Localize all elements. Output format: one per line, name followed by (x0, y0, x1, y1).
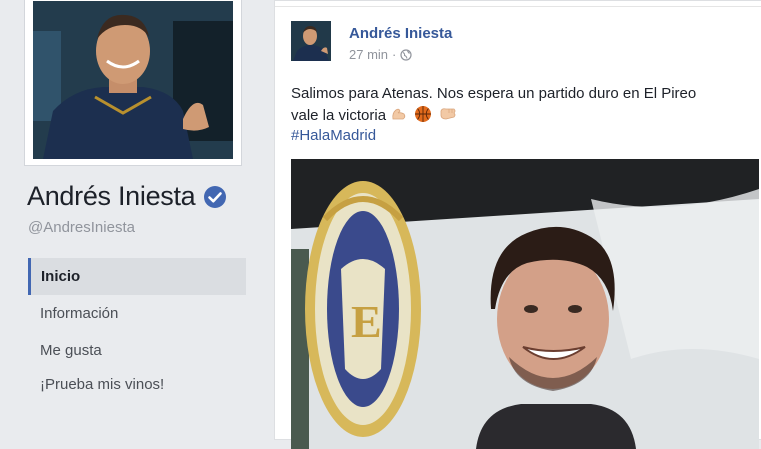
meta-separator: · (392, 47, 397, 62)
globe-icon[interactable] (400, 48, 412, 61)
post-meta: 27 min · (349, 47, 412, 62)
profile-picture-frame[interactable] (24, 0, 242, 166)
fist-bump-icon (440, 108, 455, 120)
basketball-icon (415, 106, 432, 122)
post-text-line-2: vale la victoria (291, 105, 761, 127)
post-message: Salimos para Atenas. Nos espera un parti… (291, 83, 761, 127)
post-author-name[interactable]: Andrés Iniesta (349, 25, 452, 42)
post-text-line-1: Salimos para Atenas. Nos espera un parti… (291, 85, 697, 102)
nav-item-prueba-mis-vinos[interactable]: ¡Prueba mis vinos! (28, 369, 246, 419)
profile-picture-illustration (33, 1, 233, 159)
divider (275, 6, 761, 7)
flexed-biceps-icon (392, 108, 406, 120)
hashtag-link[interactable]: #HalaMadrid (291, 127, 376, 144)
profile-picture[interactable] (33, 1, 233, 159)
profile-name[interactable]: Andrés Iniesta (27, 181, 196, 212)
post-photo[interactable]: E (291, 159, 759, 449)
nav-item-inicio[interactable]: Inicio (28, 258, 246, 295)
page-nav: Inicio Información Me gusta ¡Prueba mis … (28, 258, 246, 419)
post-card: Andrés Iniesta 27 min · Salimos para Ate… (274, 0, 761, 449)
post-text-line-2-text: vale la victoria (291, 107, 387, 124)
profile-sidebar: Andrés Iniesta @AndresIniesta Inicio Inf… (0, 0, 258, 428)
profile-handle[interactable]: @AndresIniesta (28, 219, 135, 236)
avatar-illustration (291, 21, 331, 61)
nav-item-me-gusta[interactable]: Me gusta (28, 332, 246, 369)
nav-item-informacion[interactable]: Información (28, 295, 246, 332)
page-title: Andrés Iniesta (27, 181, 227, 212)
post-author-avatar[interactable] (291, 21, 331, 61)
post-timestamp[interactable]: 27 min (349, 47, 388, 62)
crest-letter: E (351, 296, 382, 347)
verified-badge-icon (204, 185, 227, 208)
post-photo-illustration: E (291, 159, 759, 449)
